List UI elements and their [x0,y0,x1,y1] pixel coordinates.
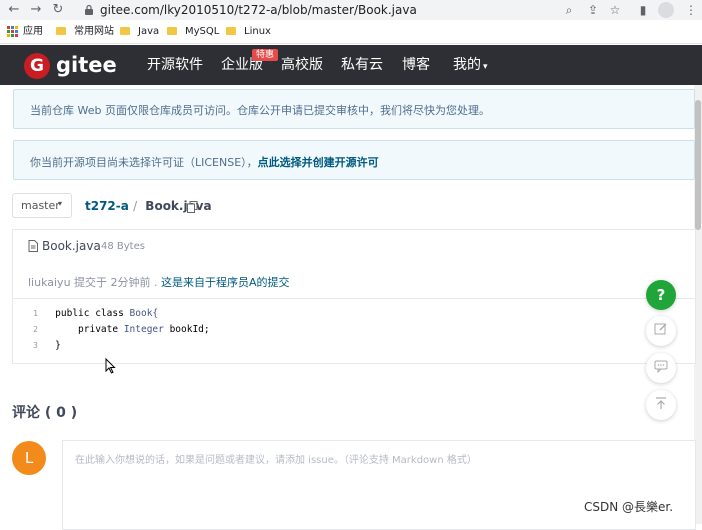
sidepanel-icon[interactable]: ▮ [634,1,652,19]
bookmark-common-sites[interactable]: 常用网站 [56,23,114,41]
folder-icon [167,27,177,35]
bookmark-apps[interactable]: 应用 [23,23,43,41]
csdn-watermark: CSDN @長樂er. [584,500,674,514]
profile-icon[interactable] [658,2,674,18]
nav-open-source[interactable]: 开源软件 [147,54,203,76]
scrollbar-thumb[interactable] [695,100,701,230]
license-notice: 你当前开源项目尚未选择许可证（LICENSE），点此选择并创建开源许可 [13,140,695,180]
nav-blog[interactable]: 博客 [402,54,430,76]
url-field[interactable]: gitee.com/lky2010510/t272-a/blob/master/… [100,0,580,20]
comments-title: 评论 ( 0 ) [12,405,78,421]
folder-icon [56,27,66,35]
code-token: Book{ [129,308,159,319]
line-number: 1 [33,309,38,318]
review-notice-text: 当前仓库 Web 页面仅限仓库成员可访问。仓库公开申请已提交审核中，我们将尽快为… [30,104,490,117]
bookmark-label: 常用网站 [74,26,114,37]
bookmark-label: Java [138,26,160,37]
help-button[interactable]: ? [646,280,676,310]
commit-message[interactable]: 这是来自于程序员A的提交 [161,276,290,289]
back-to-top-button[interactable] [646,390,676,420]
code-token: public class [55,308,130,319]
avatar: L [12,441,46,475]
bookmark-label: MySQL [185,26,220,37]
breadcrumb-separator: / [133,199,138,213]
star-icon[interactable]: ☆ [606,1,624,19]
comment-input[interactable]: 在此输入你想说的话，如果是问题或者建议，请添加 issue。（评论支持 Mark… [62,440,696,530]
bookmark-linux[interactable]: Linux [226,23,271,41]
license-notice-line: 你当前开源项目尚未选择许可证（LICENSE），点此选择并创建开源许可 [30,154,379,170]
back-icon[interactable]: ← [6,1,22,18]
branch-name: master [21,199,60,212]
edit-icon [654,323,667,335]
license-notice-text: 你当前开源项目尚未选择许可证（LICENSE）， [30,156,258,169]
nav-private-cloud[interactable]: 私有云 [341,54,383,76]
code-block: 1 public class Book{ 2 private Integer b… [24,306,210,354]
zoom-icon[interactable]: ⌕ [560,1,578,19]
code-token: } [55,340,61,351]
arrow-up-icon [656,397,666,409]
folder-icon [120,27,130,35]
lock-icon [85,4,93,15]
caret-down-icon: ▾ [58,199,63,208]
feedback-button[interactable] [646,316,676,346]
nav-mine-label: 我的 [453,57,481,73]
gitee-brand[interactable]: gitee [56,51,117,79]
chevron-down-icon: ▾ [483,62,488,72]
bookmark-java[interactable]: Java [120,23,159,41]
file-header-divider [13,298,695,299]
line-number: 3 [33,341,38,350]
file-name: Book.java [42,239,101,253]
file-icon [28,240,38,252]
code-token: bookId; [169,324,210,335]
share-icon[interactable]: ⇪ [584,1,602,19]
bookmark-label: Linux [244,26,271,37]
review-notice: 当前仓库 Web 页面仅限仓库成员可访问。仓库公开申请已提交审核中，我们将尽快为… [13,89,695,129]
chat-button[interactable] [646,353,676,383]
promo-badge: 特惠 [252,49,279,61]
bookmark-mysql[interactable]: MySQL [167,23,219,41]
code-line: 2 private Integer bookId; [24,322,210,338]
chat-icon [654,360,668,374]
code-token: Integer [123,324,170,335]
folder-icon [226,27,236,35]
apps-icon[interactable] [7,26,18,37]
branch-select[interactable]: master ▾ [12,193,72,218]
comment-placeholder: 在此输入你想说的话，如果是问题或者建议，请添加 issue。（评论支持 Mark… [75,455,477,466]
code-token: private [55,324,124,335]
code-line: 3 } [24,338,210,354]
breadcrumb-file: Book.java [145,199,212,213]
mouse-cursor-icon [105,358,116,374]
gitee-logo[interactable]: G [24,53,50,79]
commit-info: liukaiyu 提交于 2分钟前 . 这是来自于程序员A的提交 [28,274,290,290]
code-line: 1 public class Book{ [24,306,210,322]
line-number: 2 [33,325,38,334]
reload-icon[interactable]: ↻ [50,1,66,18]
breadcrumb-repo[interactable]: t272-a [85,199,129,213]
nav-education[interactable]: 高校版 [281,54,323,76]
commit-author[interactable]: liukaiyu [28,276,71,289]
more-icon[interactable]: ⋮ [682,1,700,19]
commit-time: 提交于 2分钟前 . [70,276,162,289]
nav-mine[interactable]: 我的 ▾ [453,54,488,78]
forward-icon[interactable]: → [28,1,44,18]
create-license-link[interactable]: 点此选择并创建开源许可 [258,156,379,169]
file-size: 48 Bytes [101,241,145,252]
copy-icon[interactable] [187,201,198,213]
